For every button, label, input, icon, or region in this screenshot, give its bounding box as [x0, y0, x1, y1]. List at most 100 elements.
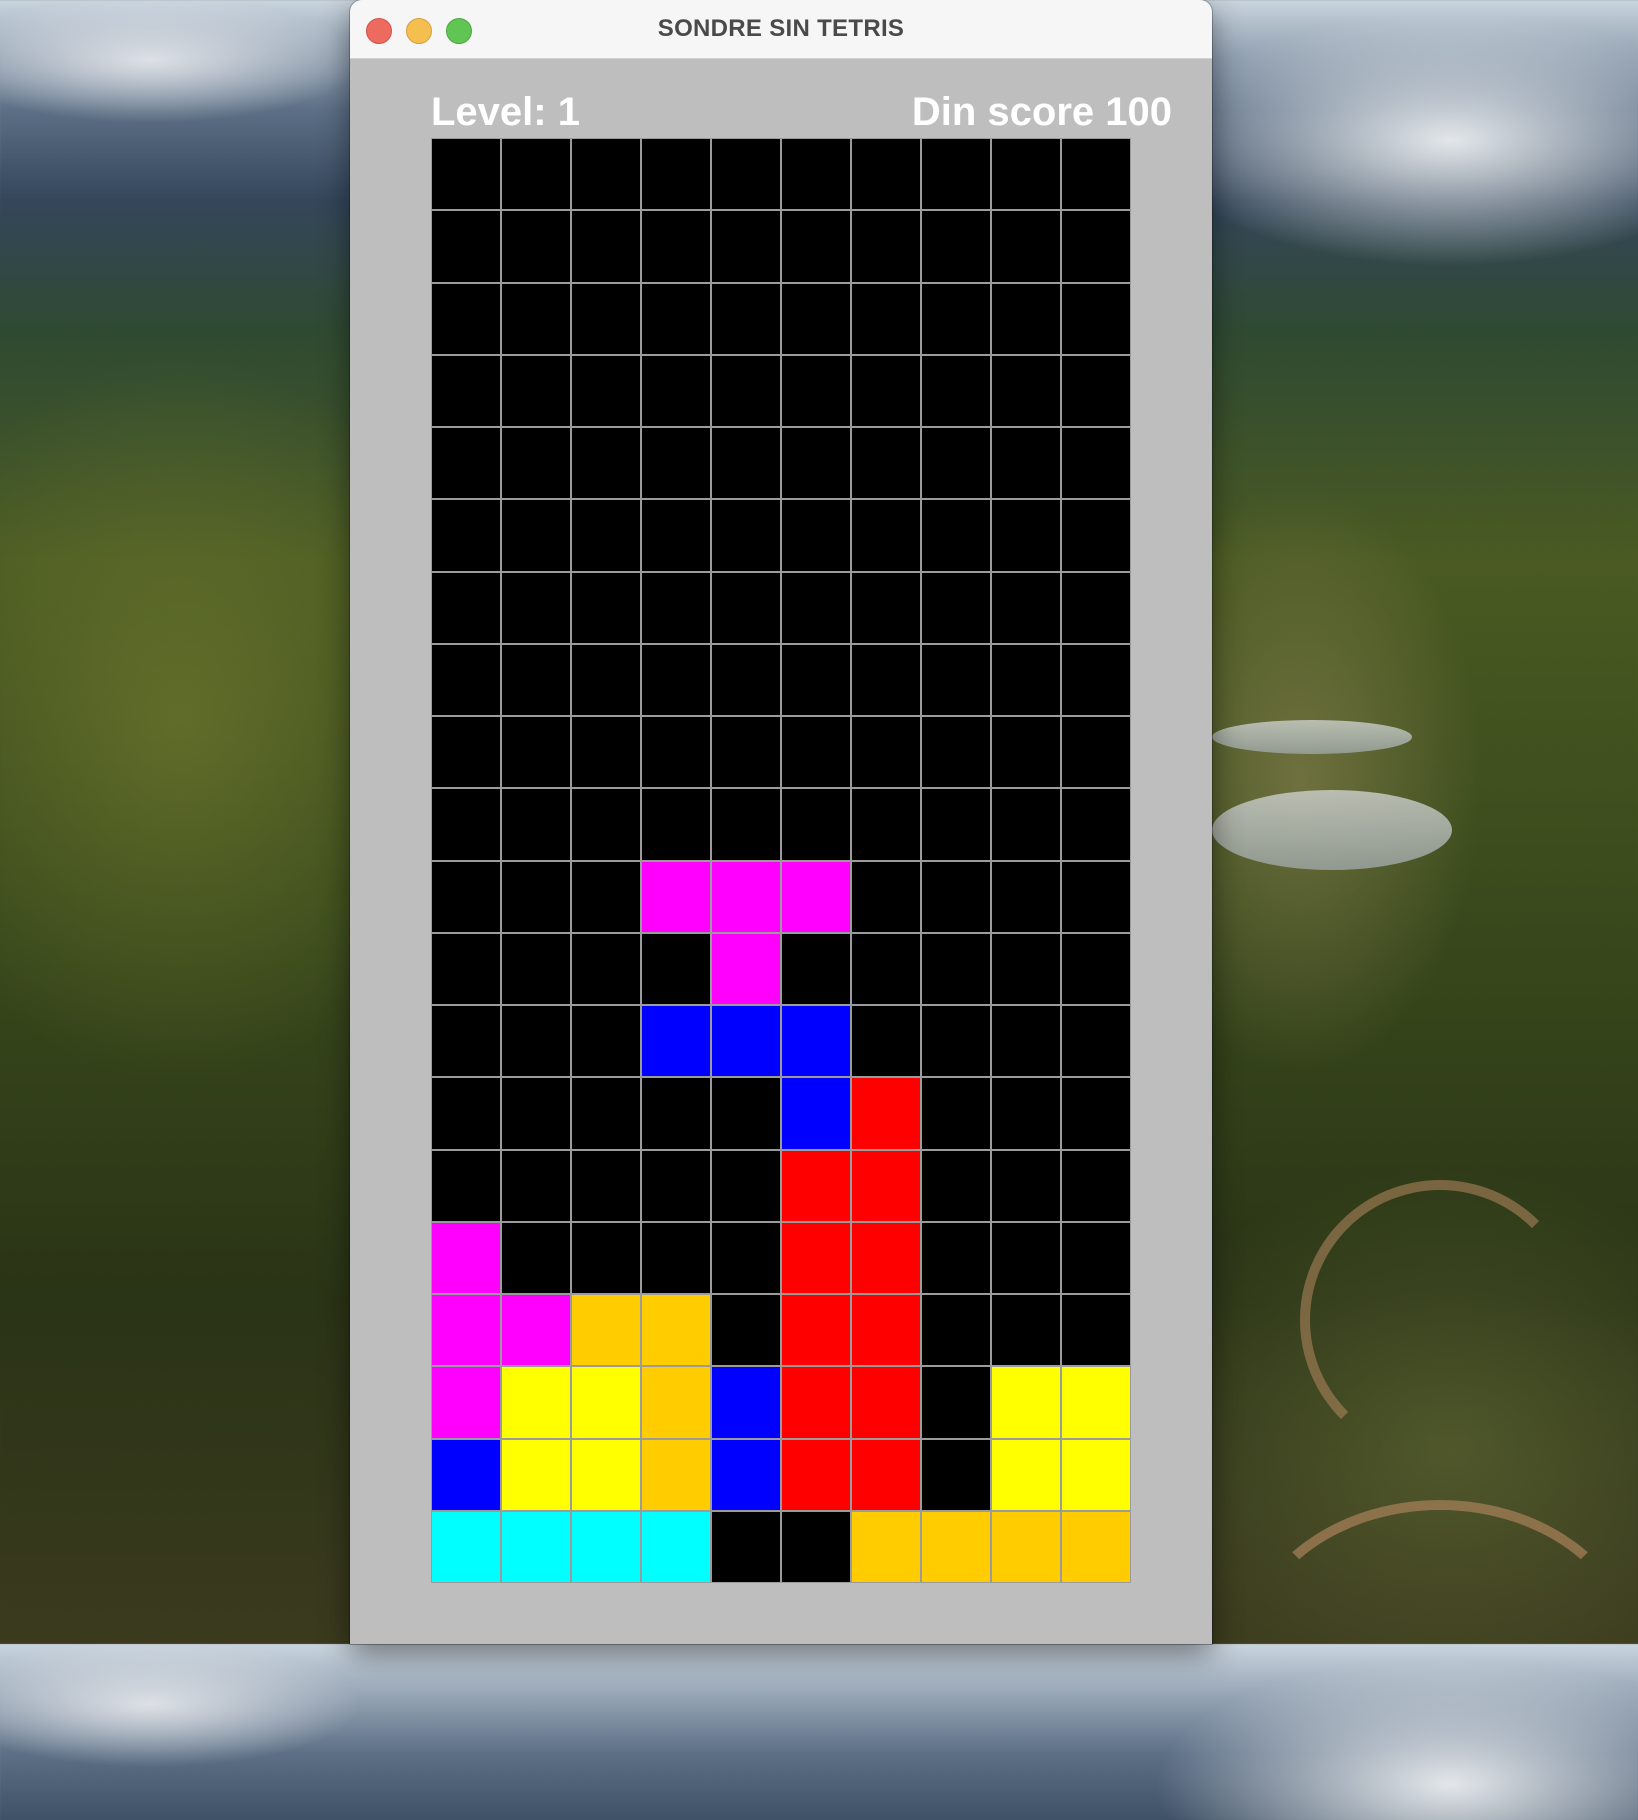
board-cell-empty [921, 932, 991, 1005]
board-cell-empty [431, 354, 501, 427]
board-cell-block [1061, 1366, 1131, 1439]
board-cell-empty [501, 354, 571, 427]
board-cell-empty [991, 571, 1061, 644]
board-cell-block [501, 1366, 571, 1439]
board-cell-empty [501, 427, 571, 500]
board-cell-empty [501, 932, 571, 1005]
board-cell-empty [1061, 1149, 1131, 1222]
board-cell-empty [1061, 860, 1131, 933]
board-cell-empty [921, 1149, 991, 1222]
title-bar[interactable]: SONDRE SIN TETRIS [350, 0, 1212, 59]
board-cell-block [641, 860, 711, 933]
board-cell-empty [641, 1149, 711, 1222]
board-cell-empty [921, 1366, 991, 1439]
board-cell-empty [571, 427, 641, 500]
board-cell-empty [851, 860, 921, 933]
board-cell-empty [781, 210, 851, 283]
close-button[interactable] [366, 18, 392, 44]
board-cell-empty [431, 1149, 501, 1222]
board-cell-empty [641, 427, 711, 500]
board-cell-empty [571, 788, 641, 861]
minimize-button[interactable] [406, 18, 432, 44]
board-cell-empty [991, 138, 1061, 211]
board-cell-block [991, 1438, 1061, 1511]
board-cell-empty [571, 210, 641, 283]
board-cell-empty [641, 788, 711, 861]
board-cell-empty [501, 1005, 571, 1078]
board-cell-block [571, 1510, 641, 1583]
board-cell-block [851, 1438, 921, 1511]
board-cell-empty [1061, 499, 1131, 572]
board-cell-empty [851, 138, 921, 211]
board-cell-empty [501, 716, 571, 789]
board-cell-empty [641, 282, 711, 355]
wallpaper-road [1240, 1500, 1638, 1820]
board-cell-empty [1061, 138, 1131, 211]
board-cell-empty [1061, 1294, 1131, 1367]
board-cell-empty [431, 499, 501, 572]
board-cell-block [851, 1294, 921, 1367]
board-cell-empty [781, 499, 851, 572]
board-cell-empty [571, 282, 641, 355]
board-cell-empty [571, 860, 641, 933]
board-cell-block [781, 1294, 851, 1367]
board-cell-empty [501, 282, 571, 355]
wallpaper-road [1300, 1180, 1580, 1460]
board-cell-block [711, 860, 781, 933]
board-cell-empty [431, 1005, 501, 1078]
board-cell-empty [781, 932, 851, 1005]
board-cell-empty [431, 138, 501, 211]
board-cell-empty [431, 210, 501, 283]
board-cell-empty [711, 571, 781, 644]
board-cell-empty [921, 354, 991, 427]
board-cell-empty [781, 1510, 851, 1583]
game-board[interactable] [431, 138, 1131, 1583]
board-cell-empty [501, 1221, 571, 1294]
board-cell-empty [921, 1005, 991, 1078]
board-cell-empty [921, 788, 991, 861]
board-cell-empty [1061, 354, 1131, 427]
board-cell-empty [1061, 1005, 1131, 1078]
board-cell-block [431, 1221, 501, 1294]
board-cell-empty [921, 716, 991, 789]
board-cell-empty [571, 138, 641, 211]
board-cell-empty [991, 1077, 1061, 1150]
board-cell-empty [991, 1149, 1061, 1222]
board-cell-empty [851, 932, 921, 1005]
board-cell-empty [781, 138, 851, 211]
board-cell-empty [921, 138, 991, 211]
board-cell-block [851, 1077, 921, 1150]
board-cell-block [431, 1294, 501, 1367]
board-cell-empty [711, 643, 781, 716]
board-cell-empty [781, 643, 851, 716]
board-cell-empty [991, 860, 1061, 933]
board-cell-empty [501, 571, 571, 644]
board-cell-empty [851, 643, 921, 716]
board-cell-block [921, 1510, 991, 1583]
board-cell-empty [431, 427, 501, 500]
board-cell-block [711, 1366, 781, 1439]
zoom-button[interactable] [446, 18, 472, 44]
board-cell-empty [641, 716, 711, 789]
board-cell-empty [501, 1077, 571, 1150]
board-cell-block [431, 1510, 501, 1583]
board-cell-block [991, 1510, 1061, 1583]
board-cell-empty [571, 643, 641, 716]
board-cell-empty [1061, 932, 1131, 1005]
board-cell-empty [851, 571, 921, 644]
board-cell-empty [921, 282, 991, 355]
board-cell-empty [431, 716, 501, 789]
board-cell-empty [851, 427, 921, 500]
board-cell-empty [991, 788, 1061, 861]
board-cell-empty [711, 1294, 781, 1367]
board-cell-empty [991, 210, 1061, 283]
board-cell-empty [991, 499, 1061, 572]
board-cell-empty [921, 1438, 991, 1511]
board-cell-block [431, 1438, 501, 1511]
board-cell-empty [781, 282, 851, 355]
board-cell-empty [991, 1005, 1061, 1078]
board-cell-empty [641, 1077, 711, 1150]
board-cell-block [781, 1077, 851, 1150]
board-cell-block [641, 1294, 711, 1367]
board-cell-empty [991, 716, 1061, 789]
